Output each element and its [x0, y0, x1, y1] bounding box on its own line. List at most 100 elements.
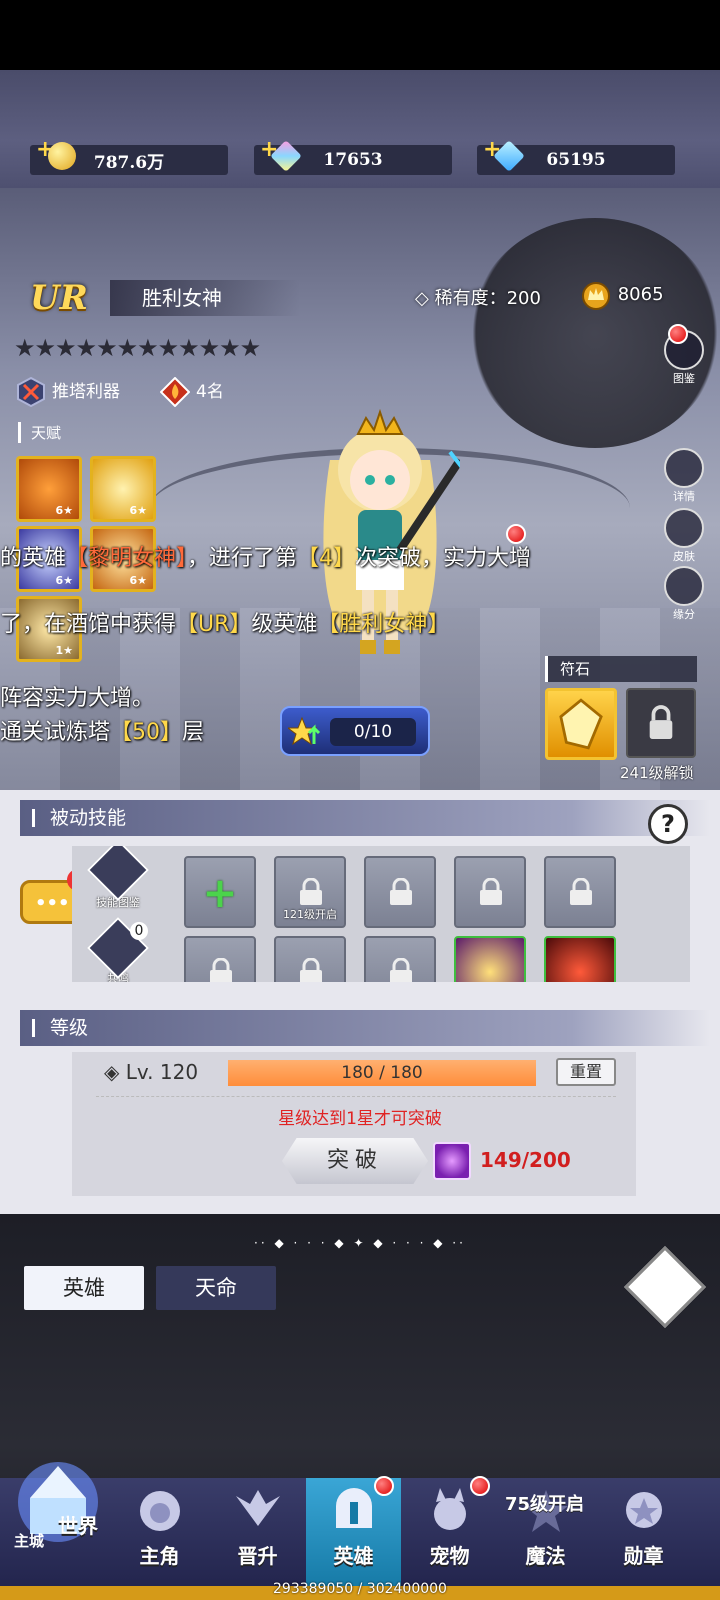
tab-destiny[interactable]: 天命	[156, 1266, 276, 1310]
lock-icon	[300, 878, 322, 905]
notification-dot	[374, 1476, 394, 1496]
breakthrough-hint: 星级达到1星才可突破	[278, 1109, 442, 1129]
help-button[interactable]: ?	[648, 804, 688, 844]
chat-line-2: 了，在酒馆中获得【UR】级英雄【胜利女神】	[0, 606, 449, 638]
locked-skill-slot[interactable]	[364, 936, 436, 982]
tag-tower-breaker[interactable]: 推塔利器	[16, 376, 120, 408]
dashed-divider	[96, 1096, 616, 1097]
nav-label: 魔法	[525, 1544, 566, 1568]
nav-label: 英雄	[333, 1544, 374, 1568]
crown-icon	[582, 282, 610, 310]
talent-level: 6★	[55, 574, 73, 587]
breakthrough-button[interactable]: 突破	[282, 1138, 428, 1184]
side-label: 详情	[673, 490, 695, 503]
level-header: 等级	[20, 1010, 710, 1046]
lock-icon	[570, 878, 592, 905]
lock-icon	[480, 878, 502, 905]
nav-protagonist[interactable]: 主角	[112, 1478, 207, 1588]
tag-label: 4名	[196, 382, 224, 402]
rarity-badge: UR	[30, 278, 88, 318]
rune-unlock-text: 241级解锁	[620, 764, 694, 782]
passive-skill-gem-1[interactable]	[454, 936, 526, 982]
nav-promotion[interactable]: 晋升	[210, 1478, 305, 1588]
helmet-icon	[335, 1488, 372, 1528]
exp-value: 0/10	[330, 718, 416, 746]
talent-level: 6★	[129, 504, 147, 517]
world-sub: 主城	[14, 1532, 45, 1550]
chat-line-4: 通关试炼塔【50】层	[0, 714, 204, 746]
tag-rank[interactable]: 4名	[160, 376, 224, 408]
lock-icon	[390, 878, 412, 905]
lock-icon	[210, 958, 232, 982]
power-value: 8065	[617, 284, 664, 305]
talent-level: 1★	[55, 644, 73, 657]
chat-segment: 【50】	[110, 720, 183, 745]
rune-slot-equipped[interactable]	[545, 688, 617, 760]
nav-label: 勋章	[623, 1544, 664, 1568]
talent-level: 6★	[129, 574, 147, 587]
chat-line-1: 的英雄【黎明女神】，进行了第【4】次突破，实力大增	[0, 540, 531, 572]
medal-icon	[625, 1492, 662, 1528]
world-label: 世界	[58, 1514, 98, 1538]
rarity-value: ◇ 稀有度：200	[415, 288, 541, 309]
chat-segment: 级英雄	[251, 612, 318, 637]
passive-skill-header: 被动技能	[20, 800, 710, 836]
tab-hero[interactable]: 英雄	[24, 1266, 144, 1310]
purple-orb-icon	[433, 1142, 471, 1180]
gold-value: 787.6万	[93, 152, 165, 173]
side-skin-button[interactable]: 皮肤	[658, 508, 710, 564]
chat-segment: 【黎明女神】	[66, 546, 188, 571]
talent-skill-1[interactable]: 6★	[16, 456, 82, 522]
side-detail-button[interactable]: 详情	[658, 448, 710, 504]
passive-skill-gem-2[interactable]	[544, 936, 616, 982]
nav-medal[interactable]: 勋章	[596, 1478, 691, 1588]
ornament-divider: ·· ◆ · · · ◆ ✦ ◆ · · · ◆ ··	[254, 1236, 466, 1250]
skill-codex-button[interactable]: 技能图鉴	[86, 846, 150, 916]
add-skill-slot[interactable]: +	[184, 856, 256, 928]
chat-segment: 阵容实力大增。	[0, 686, 155, 711]
power-display: 8065	[580, 280, 664, 310]
hero-name: 胜利女神	[110, 280, 300, 316]
talent-skill-2[interactable]: 6★	[90, 456, 156, 522]
chat-segment: 【UR】	[176, 612, 252, 637]
tag-label: 推塔利器	[52, 382, 120, 402]
rune-stone-icon	[559, 698, 603, 750]
locked-skill-slot[interactable]	[454, 856, 526, 928]
diamond-resource[interactable]: + 65195	[477, 137, 675, 175]
star-up-icon	[288, 716, 321, 746]
gold-resource[interactable]: + 787.6万	[30, 137, 228, 175]
notification-dot	[668, 324, 688, 344]
chat-segment: 层	[182, 720, 205, 745]
skin-icon	[664, 508, 704, 548]
status-bar-area	[0, 0, 720, 70]
diamond-value: 65195	[546, 150, 606, 170]
locked-skill-slot[interactable]	[364, 856, 436, 928]
wings-icon	[235, 1490, 280, 1526]
world-button[interactable]: 世界 主城	[8, 1452, 108, 1572]
lock-icon	[390, 958, 412, 982]
side-label: 缘分	[673, 608, 695, 621]
ellipsis-icon: •••	[35, 893, 70, 914]
locked-skill-slot[interactable]: 121级开启	[274, 856, 346, 928]
chat-segment: ，进行了第	[187, 546, 298, 571]
experience-text: 293389050 / 302400000	[273, 1581, 447, 1597]
passive-skill-area: 技能图鉴 共鸣 0 + 121级开启	[72, 846, 690, 982]
exp-item-pill[interactable]: 0/10	[280, 706, 430, 756]
experience-bar: 293389050 / 302400000	[0, 1581, 720, 1600]
magic-unlock-note: 75级开启	[505, 1494, 585, 1515]
side-bond-button[interactable]: 缘分	[658, 566, 710, 622]
chat-segment: 了，在酒馆中获得	[0, 612, 177, 637]
gem-resource[interactable]: + 17653	[254, 137, 452, 175]
locked-skill-slot[interactable]	[274, 936, 346, 982]
rune-slot-locked[interactable]	[626, 688, 696, 758]
locked-skill-slot[interactable]	[184, 936, 256, 982]
notification-dot	[470, 1476, 490, 1496]
chat-segment: 【4】	[297, 546, 356, 571]
chat-segment: 【胜利女神】	[317, 612, 450, 637]
locked-skill-slot[interactable]	[544, 856, 616, 928]
resonance-button[interactable]: 共鸣 0	[86, 916, 150, 982]
reset-button[interactable]: 重置	[556, 1058, 616, 1086]
level-progress-bar: 180 / 180	[228, 1060, 536, 1086]
lion-icon	[139, 1491, 180, 1531]
side-label: 图鉴	[673, 372, 695, 385]
